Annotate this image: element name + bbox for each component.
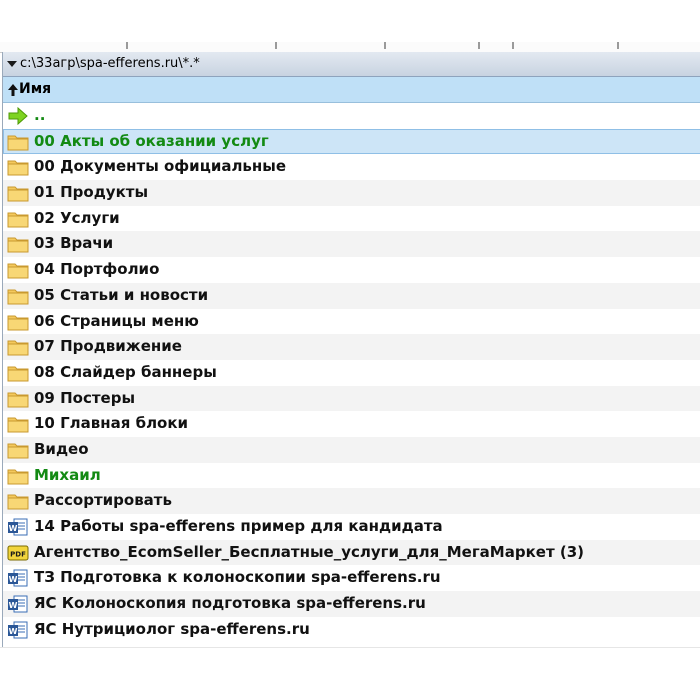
list-item-label: .. (34, 106, 46, 124)
list-item-label: Видео (34, 439, 89, 458)
list-item[interactable]: 05 Статьи и новости (3, 282, 700, 309)
folder-icon (7, 184, 29, 202)
pdf-icon: PDF (7, 544, 29, 562)
list-item-selected[interactable]: 00 Акты об оказании услуг (3, 128, 700, 155)
folder-icon (7, 287, 29, 305)
list-item[interactable]: .. (3, 103, 700, 129)
list-item-label: Агентство_EcomSeller_Бесплатные_услуги_д… (34, 542, 585, 561)
word-doc-icon: W (7, 621, 29, 639)
list-item[interactable]: PDF Агентство_EcomSeller_Бесплатные_услуг… (3, 539, 700, 566)
folder-icon (7, 492, 29, 510)
toolbar-divider (275, 42, 277, 49)
folder-icon (7, 338, 29, 356)
folder-icon (7, 390, 29, 408)
folder-icon (7, 415, 29, 433)
list-item-label: ЯС Колоноскопия подготовка spa-efferens.… (34, 594, 426, 613)
folder-icon (7, 210, 29, 228)
list-item-label: ЯС Нутрициолог spa-efferens.ru (34, 619, 310, 638)
list-item-label: 01 Продукты (34, 183, 149, 202)
list-item-label: 09 Постеры (34, 388, 136, 407)
word-doc-icon: W (7, 569, 29, 587)
column-header-name[interactable]: Имя (3, 77, 700, 103)
column-header-label: Имя (19, 81, 52, 97)
dropdown-arrow-icon[interactable] (7, 61, 17, 67)
toolbar-divider (617, 42, 619, 49)
list-item[interactable]: 09 Постеры (3, 385, 700, 412)
toolbar-divider (126, 42, 128, 49)
list-item[interactable]: 10 Главная блоки (3, 411, 700, 437)
list-item[interactable]: W ЯС Нутрициолог spa-efferens.ru (3, 617, 700, 643)
list-item[interactable]: Рассортировать (3, 488, 700, 514)
list-item-label: 14 Работы spa-efferens пример для кандид… (34, 517, 443, 535)
list-item[interactable]: 04 Портфолио (3, 257, 700, 283)
folder-icon (7, 235, 29, 253)
list-item-label: 00 Акты об оказании услуг (34, 131, 269, 150)
list-item-label: 07 Продвижение (34, 337, 182, 356)
word-doc-icon: W (7, 518, 29, 536)
list-item-label: 02 Услуги (34, 208, 120, 227)
list-item[interactable]: Видео (3, 436, 700, 463)
list-item-label: 03 Врачи (34, 234, 114, 253)
list-item[interactable]: 00 Документы официальные (3, 154, 700, 180)
path-bar[interactable]: c:\33агр\spa-efferens.ru\*.* (3, 52, 700, 77)
list-item[interactable]: 03 Врачи (3, 231, 700, 258)
toolbar-divider (512, 42, 514, 49)
list-item[interactable]: 02 Услуги (3, 206, 700, 232)
file-list: .. 00 Акты об оказании услуг 00 Документы … (3, 103, 700, 642)
list-item-label: 06 Страницы меню (34, 311, 199, 330)
list-item[interactable]: 01 Продукты (3, 180, 700, 206)
panel-bottom-border (0, 647, 700, 648)
folder-icon (7, 364, 29, 382)
list-item-label: 00 Документы официальные (34, 157, 287, 176)
folder-icon (7, 261, 29, 279)
list-item[interactable]: W 14 Работы spa-efferens пример для канди… (3, 514, 700, 540)
svg-text:W: W (9, 627, 18, 636)
up-arrow-icon (7, 106, 29, 126)
folder-icon (7, 467, 29, 485)
toolbar-divider (384, 42, 386, 49)
list-item-label: 08 Слайдер баннеры (34, 362, 217, 381)
folder-icon (7, 133, 29, 151)
svg-text:W: W (9, 575, 18, 584)
list-item[interactable]: W ЯС Колоноскопия подготовка spa-efferens… (3, 591, 700, 617)
folder-icon (7, 441, 29, 459)
current-path: c:\33агр\spa-efferens.ru\*.* (20, 56, 200, 71)
folder-icon (7, 313, 29, 331)
svg-text:W: W (9, 524, 18, 533)
list-item-label: 05 Статьи и новости (34, 285, 209, 304)
list-item[interactable]: 08 Слайдер баннеры (3, 360, 700, 386)
list-item[interactable]: 07 Продвижение (3, 334, 700, 360)
word-doc-icon: W (7, 595, 29, 613)
list-item[interactable]: 06 Страницы меню (3, 309, 700, 335)
list-item[interactable]: W ТЗ Подготовка к колоноскопии spa-effere… (3, 565, 700, 591)
list-item-label: ТЗ Подготовка к колоноскопии spa-efferen… (34, 568, 441, 587)
toolbar-divider (478, 42, 480, 49)
list-item-label: 10 Главная блоки (34, 414, 189, 433)
list-item-label: Михаил (34, 465, 101, 484)
list-item-label: Рассортировать (34, 491, 172, 510)
svg-text:W: W (9, 601, 18, 610)
folder-icon (7, 158, 29, 176)
list-item-label: 04 Портфолио (34, 260, 160, 279)
list-item[interactable]: Михаил (3, 463, 700, 489)
sort-ascending-icon (8, 84, 18, 96)
svg-text:PDF: PDF (10, 550, 26, 558)
file-panel: c:\33агр\spa-efferens.ru\*.* Имя .. 00 Ак… (2, 52, 700, 647)
